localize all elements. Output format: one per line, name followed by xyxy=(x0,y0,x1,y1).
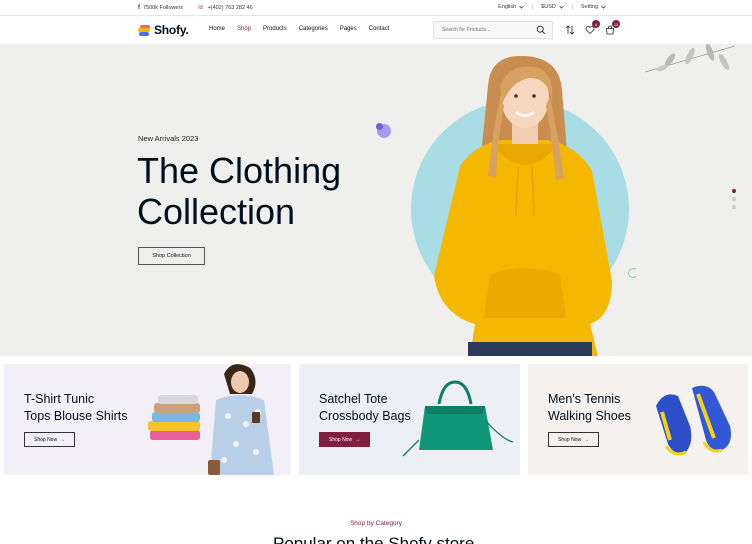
logo-text: Shofy. xyxy=(154,23,189,37)
phone-link[interactable]: ☏ +(402) 763 282 46 xyxy=(197,4,253,12)
wishlist-badge: 4 xyxy=(592,20,600,28)
cart-badge: 13 xyxy=(612,20,620,28)
slider-dot[interactable] xyxy=(732,189,736,193)
teal-bag-image xyxy=(402,380,514,457)
banner-shoes[interactable]: Men's Tennis Walking Shoes Shop Now → xyxy=(528,364,748,475)
logo[interactable]: Shofy. xyxy=(138,23,189,37)
section-eyebrow: Shop by Category xyxy=(349,520,403,527)
arrow-right-icon: → xyxy=(60,436,66,443)
main-nav: Home Shop Products Categories Pages Cont… xyxy=(209,26,389,32)
leaf-branch-decoration xyxy=(644,44,736,73)
compare-button[interactable] xyxy=(564,24,575,35)
search-icon[interactable] xyxy=(536,25,546,35)
nav-shop[interactable]: Shop xyxy=(237,26,251,32)
top-bar: f 7500k Followers ☏ +(402) 763 282 46 En… xyxy=(0,0,752,16)
folded-clothes-image xyxy=(148,395,200,440)
slider-dot[interactable] xyxy=(732,197,736,201)
chevron-down-icon xyxy=(601,5,606,9)
shop-now-button[interactable]: Shop Now → xyxy=(548,432,600,447)
search-input[interactable] xyxy=(442,27,534,33)
slider-pagination xyxy=(732,189,736,209)
facebook-icon: f xyxy=(138,4,140,11)
setting-dropdown[interactable]: Setting xyxy=(571,4,614,10)
compare-icon xyxy=(565,24,574,35)
hero-slider: New Arrivals 2023 The Clothing Collectio… xyxy=(0,44,752,356)
shop-now-button[interactable]: Shop Now → xyxy=(319,432,371,447)
chevron-down-icon xyxy=(559,5,564,9)
decor-dot xyxy=(376,123,383,130)
currency-dropdown[interactable]: $USD xyxy=(532,4,572,10)
banner-tshirts[interactable]: T-Shirt Tunic Tops Blouse Shirts Shop No… xyxy=(4,364,291,475)
nav-pages[interactable]: Pages xyxy=(340,26,357,32)
banner-bags[interactable]: Satchel Tote Crossbody Bags Shop Now → xyxy=(299,364,520,475)
nav-contact[interactable]: Contact xyxy=(369,26,390,32)
search-box xyxy=(433,21,553,39)
followers-text: 7500k Followers xyxy=(143,4,184,11)
cart-button[interactable]: 13 xyxy=(604,20,620,35)
section-heading: Popular on the Shofy store. xyxy=(272,534,480,544)
hero-subtitle: New Arrivals 2023 xyxy=(138,134,199,143)
language-dropdown[interactable]: English xyxy=(490,4,532,10)
banner-title: Men's Tennis Walking Shoes xyxy=(548,392,631,423)
hero-title: The Clothing Collection xyxy=(137,150,342,232)
shop-now-button[interactable]: Shop Now → xyxy=(24,432,76,447)
hero-model-image xyxy=(434,56,612,356)
logo-mark-icon xyxy=(138,24,151,36)
main-header: Shofy. Home Shop Products Categories Pag… xyxy=(0,17,752,44)
wishlist-button[interactable]: 4 xyxy=(584,20,600,35)
phone-icon: ☏ xyxy=(197,5,205,11)
arrow-right-icon: → xyxy=(584,436,590,443)
arrow-right-icon: → xyxy=(355,436,361,443)
banner-title: Satchel Tote Crossbody Bags xyxy=(319,392,411,423)
shop-collection-button[interactable]: Shop Collection xyxy=(138,247,205,265)
facebook-link[interactable]: f 7500k Followers xyxy=(138,5,183,11)
nav-home[interactable]: Home xyxy=(209,26,225,32)
banner-title: T-Shirt Tunic Tops Blouse Shirts xyxy=(24,392,128,423)
model-blouse-image xyxy=(208,364,274,475)
tennis-shoes-image xyxy=(656,385,731,456)
phone-text: +(402) 763 282 46 xyxy=(207,4,253,11)
nav-products[interactable]: Products xyxy=(263,26,287,32)
decor-ring xyxy=(628,268,638,278)
chevron-down-icon xyxy=(519,5,524,9)
slider-dot[interactable] xyxy=(732,205,736,209)
nav-categories[interactable]: Categories xyxy=(299,26,328,32)
